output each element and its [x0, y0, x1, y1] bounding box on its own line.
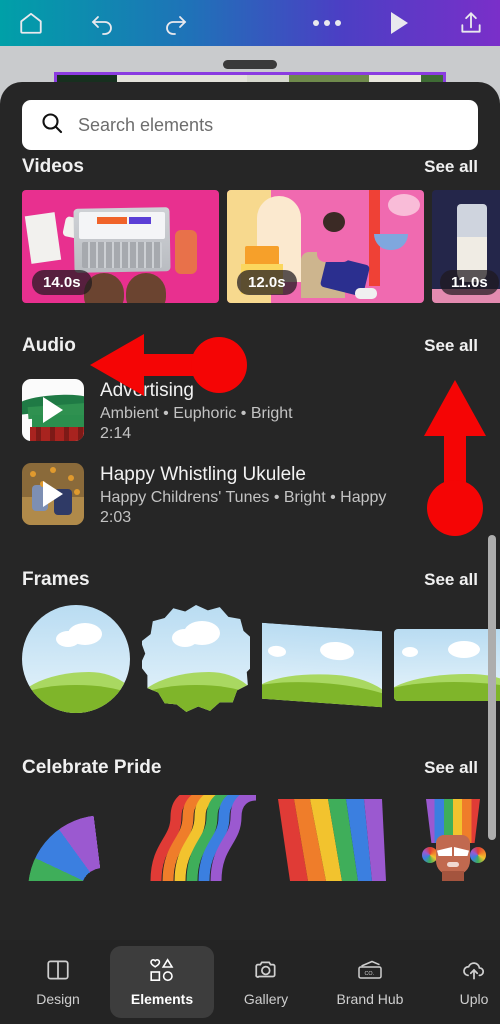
audio-duration: 2:03 — [100, 509, 132, 526]
nav-item-design[interactable]: Design — [6, 946, 110, 1018]
drag-queen-icon — [406, 799, 500, 881]
frames-title: Frames — [22, 569, 90, 590]
audio-track-row[interactable]: Advertising Ambient • Euphoric • Bright … — [0, 373, 500, 443]
play-icon[interactable] — [376, 0, 422, 46]
pride-title: Celebrate Pride — [22, 757, 162, 778]
bottom-navigation: Design Elements Gallery CO. Brand Hub Up… — [0, 940, 500, 1024]
frame-item[interactable] — [142, 605, 250, 712]
frames-see-all[interactable]: See all — [424, 570, 478, 590]
nav-item-upload[interactable]: Uplo — [422, 946, 500, 1018]
pride-row[interactable] — [0, 795, 500, 881]
audio-title-label: Advertising — [100, 380, 194, 401]
search-box[interactable] — [22, 100, 478, 150]
pride-item[interactable] — [278, 799, 390, 881]
nav-label: Uplo — [459, 991, 489, 1007]
audio-title: Audio — [22, 335, 76, 356]
search-section — [0, 82, 500, 150]
audio-see-all[interactable]: See all — [424, 336, 478, 356]
pride-item[interactable] — [150, 795, 262, 881]
video-thumbnail[interactable]: 11.0s — [432, 190, 500, 303]
audio-title-label: Happy Whistling Ukulele — [100, 464, 306, 485]
canvas-drag-handle[interactable] — [223, 60, 277, 69]
frames-section-header: Frames See all — [0, 563, 500, 597]
nav-item-brand-hub[interactable]: CO. Brand Hub — [318, 946, 422, 1018]
frame-item[interactable] — [394, 629, 500, 701]
svg-text:CO.: CO. — [365, 971, 375, 977]
video-duration: 14.0s — [32, 270, 92, 295]
play-icon[interactable] — [43, 481, 63, 507]
audio-thumbnail[interactable] — [22, 463, 84, 525]
videos-row[interactable]: 14.0s 12.0s 11.0s — [0, 190, 500, 303]
nav-item-elements[interactable]: Elements — [110, 946, 214, 1018]
audio-tags: Ambient • Euphoric • Bright — [100, 405, 293, 422]
more-options-icon[interactable] — [304, 0, 350, 46]
search-icon — [40, 111, 64, 140]
audio-section-header: Audio See all — [0, 329, 500, 363]
undo-icon[interactable] — [80, 0, 126, 46]
search-input[interactable] — [78, 114, 460, 136]
pride-see-all[interactable]: See all — [424, 758, 478, 778]
nav-label: Brand Hub — [336, 991, 404, 1007]
audio-thumbnail[interactable] — [22, 379, 84, 441]
video-thumbnail[interactable]: 12.0s — [227, 190, 424, 303]
videos-section-header: Videos See all — [0, 150, 500, 184]
panel-scrollbar[interactable] — [488, 535, 496, 840]
audio-tags: Happy Childrens' Tunes • Bright • Happy — [100, 489, 387, 506]
pride-item[interactable] — [406, 799, 500, 881]
video-duration: 12.0s — [237, 270, 297, 295]
video-thumbnail[interactable]: 14.0s — [22, 190, 219, 303]
pride-item[interactable] — [22, 805, 134, 881]
layout-icon — [45, 957, 71, 983]
share-icon[interactable] — [448, 0, 494, 46]
videos-see-all[interactable]: See all — [424, 157, 478, 177]
home-icon[interactable] — [8, 0, 54, 46]
shapes-icon — [148, 957, 176, 983]
audio-duration: 2:14 — [100, 425, 132, 442]
nav-label: Elements — [130, 991, 194, 1007]
play-icon[interactable] — [43, 397, 63, 423]
frames-row[interactable] — [0, 605, 500, 713]
elements-panel: Videos See all 14.0s 12.0s — [0, 82, 500, 940]
video-duration: 11.0s — [440, 270, 499, 295]
brand-card-icon: CO. — [355, 957, 385, 983]
pride-section-header: Celebrate Pride See all — [0, 751, 500, 785]
frame-item[interactable] — [262, 622, 382, 708]
nav-label: Design — [36, 991, 80, 1007]
frame-item[interactable] — [22, 605, 130, 713]
videos-title: Videos — [22, 156, 84, 177]
camera-icon — [252, 957, 280, 983]
redo-icon[interactable] — [152, 0, 198, 46]
nav-item-gallery[interactable]: Gallery — [214, 946, 318, 1018]
audio-track-row[interactable]: Happy Whistling Ukulele Happy Childrens'… — [0, 457, 500, 527]
top-toolbar — [0, 0, 500, 46]
nav-label: Gallery — [243, 991, 289, 1007]
cloud-upload-icon — [460, 957, 488, 983]
